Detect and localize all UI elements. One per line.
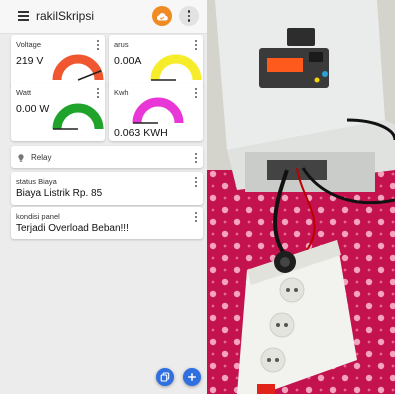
more-vertical-icon <box>195 153 197 163</box>
copy-icon <box>160 372 170 382</box>
gauge-label: Watt <box>16 88 32 97</box>
more-vertical-icon <box>187 10 191 22</box>
hamburger-icon[interactable] <box>18 11 29 21</box>
gauge-card-watt: Watt 0.00 W <box>11 83 105 141</box>
gauge-value: 219 V <box>16 55 44 67</box>
gauge-label: Kwh <box>114 88 129 97</box>
app-bar: rakilSkripsi <box>0 0 207 34</box>
card-menu-button[interactable] <box>195 212 197 222</box>
relay-label: Relay <box>31 153 52 162</box>
relay-card[interactable]: Relay <box>11 146 203 168</box>
card-menu-button[interactable] <box>97 40 99 50</box>
more-vertical-icon <box>195 212 197 222</box>
bulb-icon <box>18 154 24 162</box>
cloud-icon <box>156 12 168 21</box>
card-menu-button[interactable] <box>97 88 99 98</box>
gauge-value: 0.063 KWH <box>114 127 168 139</box>
gauge-value: 0.00 W <box>16 103 50 115</box>
card-menu-button[interactable] <box>195 177 197 187</box>
status-value: Biaya Listrik Rp. 85 <box>16 188 103 199</box>
app-title: rakilSkripsi <box>36 9 95 23</box>
gauge-card-current: arus 0.00A <box>109 35 203 88</box>
status-card-panel: kondisi panel Terjadi Overload Beban!!! <box>11 207 203 239</box>
card-menu-button[interactable] <box>195 88 197 98</box>
hardware-photo <box>207 0 395 394</box>
gauge-arc <box>150 54 202 81</box>
plus-icon <box>188 373 196 381</box>
cloud-button[interactable] <box>152 6 172 26</box>
gauge-voltage <box>52 54 104 81</box>
gauge-kwh <box>132 97 184 124</box>
status-value: Terjadi Overload Beban!!! <box>16 223 129 234</box>
more-vertical-icon <box>195 177 197 187</box>
card-menu-button[interactable] <box>195 153 197 163</box>
more-vertical-icon <box>97 88 99 98</box>
gauge-label: Voltage <box>16 40 42 49</box>
status-card-biaya: status Biaya Biaya Listrik Rp. 85 <box>11 172 203 205</box>
more-vertical-icon <box>195 88 197 98</box>
status-label: status Biaya <box>16 177 57 186</box>
more-vertical-icon <box>97 40 99 50</box>
gauge-arc <box>52 103 104 130</box>
card-menu-button[interactable] <box>195 40 197 50</box>
gauge-watt <box>52 103 104 130</box>
gauge-card-voltage: Voltage 219 V <box>11 35 105 88</box>
gauge-current <box>150 54 202 81</box>
add-button[interactable] <box>183 368 201 386</box>
status-label: kondisi panel <box>16 212 60 221</box>
gauge-arc <box>132 97 184 124</box>
gauge-value: 0.00A <box>114 55 142 67</box>
more-vertical-icon <box>195 40 197 50</box>
gauge-label: arus <box>114 40 129 49</box>
gauge-card-kwh: Kwh 0.063 KWH <box>109 83 203 141</box>
more-button[interactable] <box>179 6 199 26</box>
mobile-app-screen: rakilSkripsi Voltage 219 V arus 0.00A Wa… <box>0 0 207 394</box>
gauge-arc <box>52 54 104 81</box>
copy-button[interactable] <box>156 368 174 386</box>
